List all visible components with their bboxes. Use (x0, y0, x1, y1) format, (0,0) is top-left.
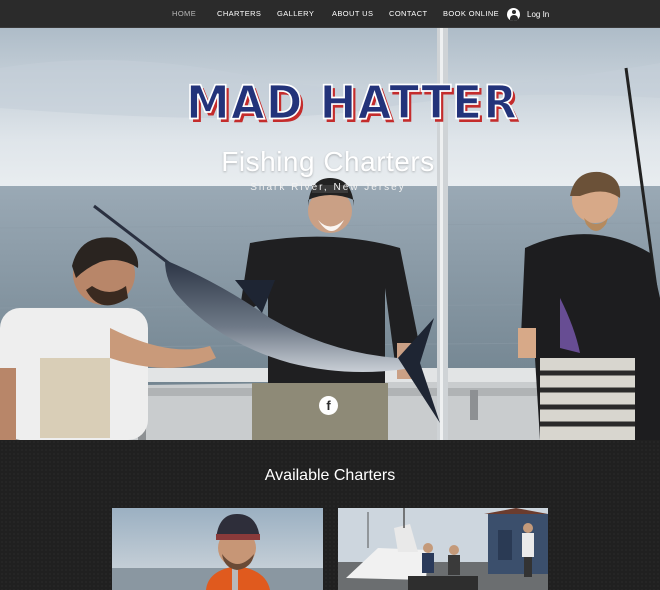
hero-subtitle: Shark River, New Jersey (250, 182, 406, 193)
charter-card-2[interactable] (338, 508, 548, 590)
nav-gallery[interactable]: GALLERY (277, 0, 314, 28)
login-label: Log In (527, 9, 550, 19)
charter-card-1[interactable] (112, 508, 323, 590)
hero-title: Fishing Charters (221, 146, 435, 177)
charter-card-2-photo (338, 508, 548, 590)
nav-home[interactable]: HOME (172, 0, 196, 28)
top-nav: HOME CHARTERS GALLERY ABOUT US CONTACT B… (0, 0, 660, 28)
charter-card-1-photo (112, 508, 323, 590)
nav-contact[interactable]: CONTACT (389, 0, 428, 28)
user-avatar-icon (507, 7, 520, 21)
nav-about-us[interactable]: ABOUT US (332, 0, 373, 28)
brand-logo[interactable]: MAD HATTER (185, 76, 518, 131)
nav-charters[interactable]: CHARTERS (217, 0, 261, 28)
hero-banner: MAD HATTER Fishing Charters Shark River,… (0, 28, 660, 440)
login-button[interactable]: Log In (507, 6, 549, 22)
section-title: Available Charters (264, 467, 396, 484)
available-charters-section: Available Charters (0, 440, 660, 590)
facebook-icon[interactable]: f (319, 396, 338, 415)
nav-book-online[interactable]: BOOK ONLINE (443, 0, 499, 28)
